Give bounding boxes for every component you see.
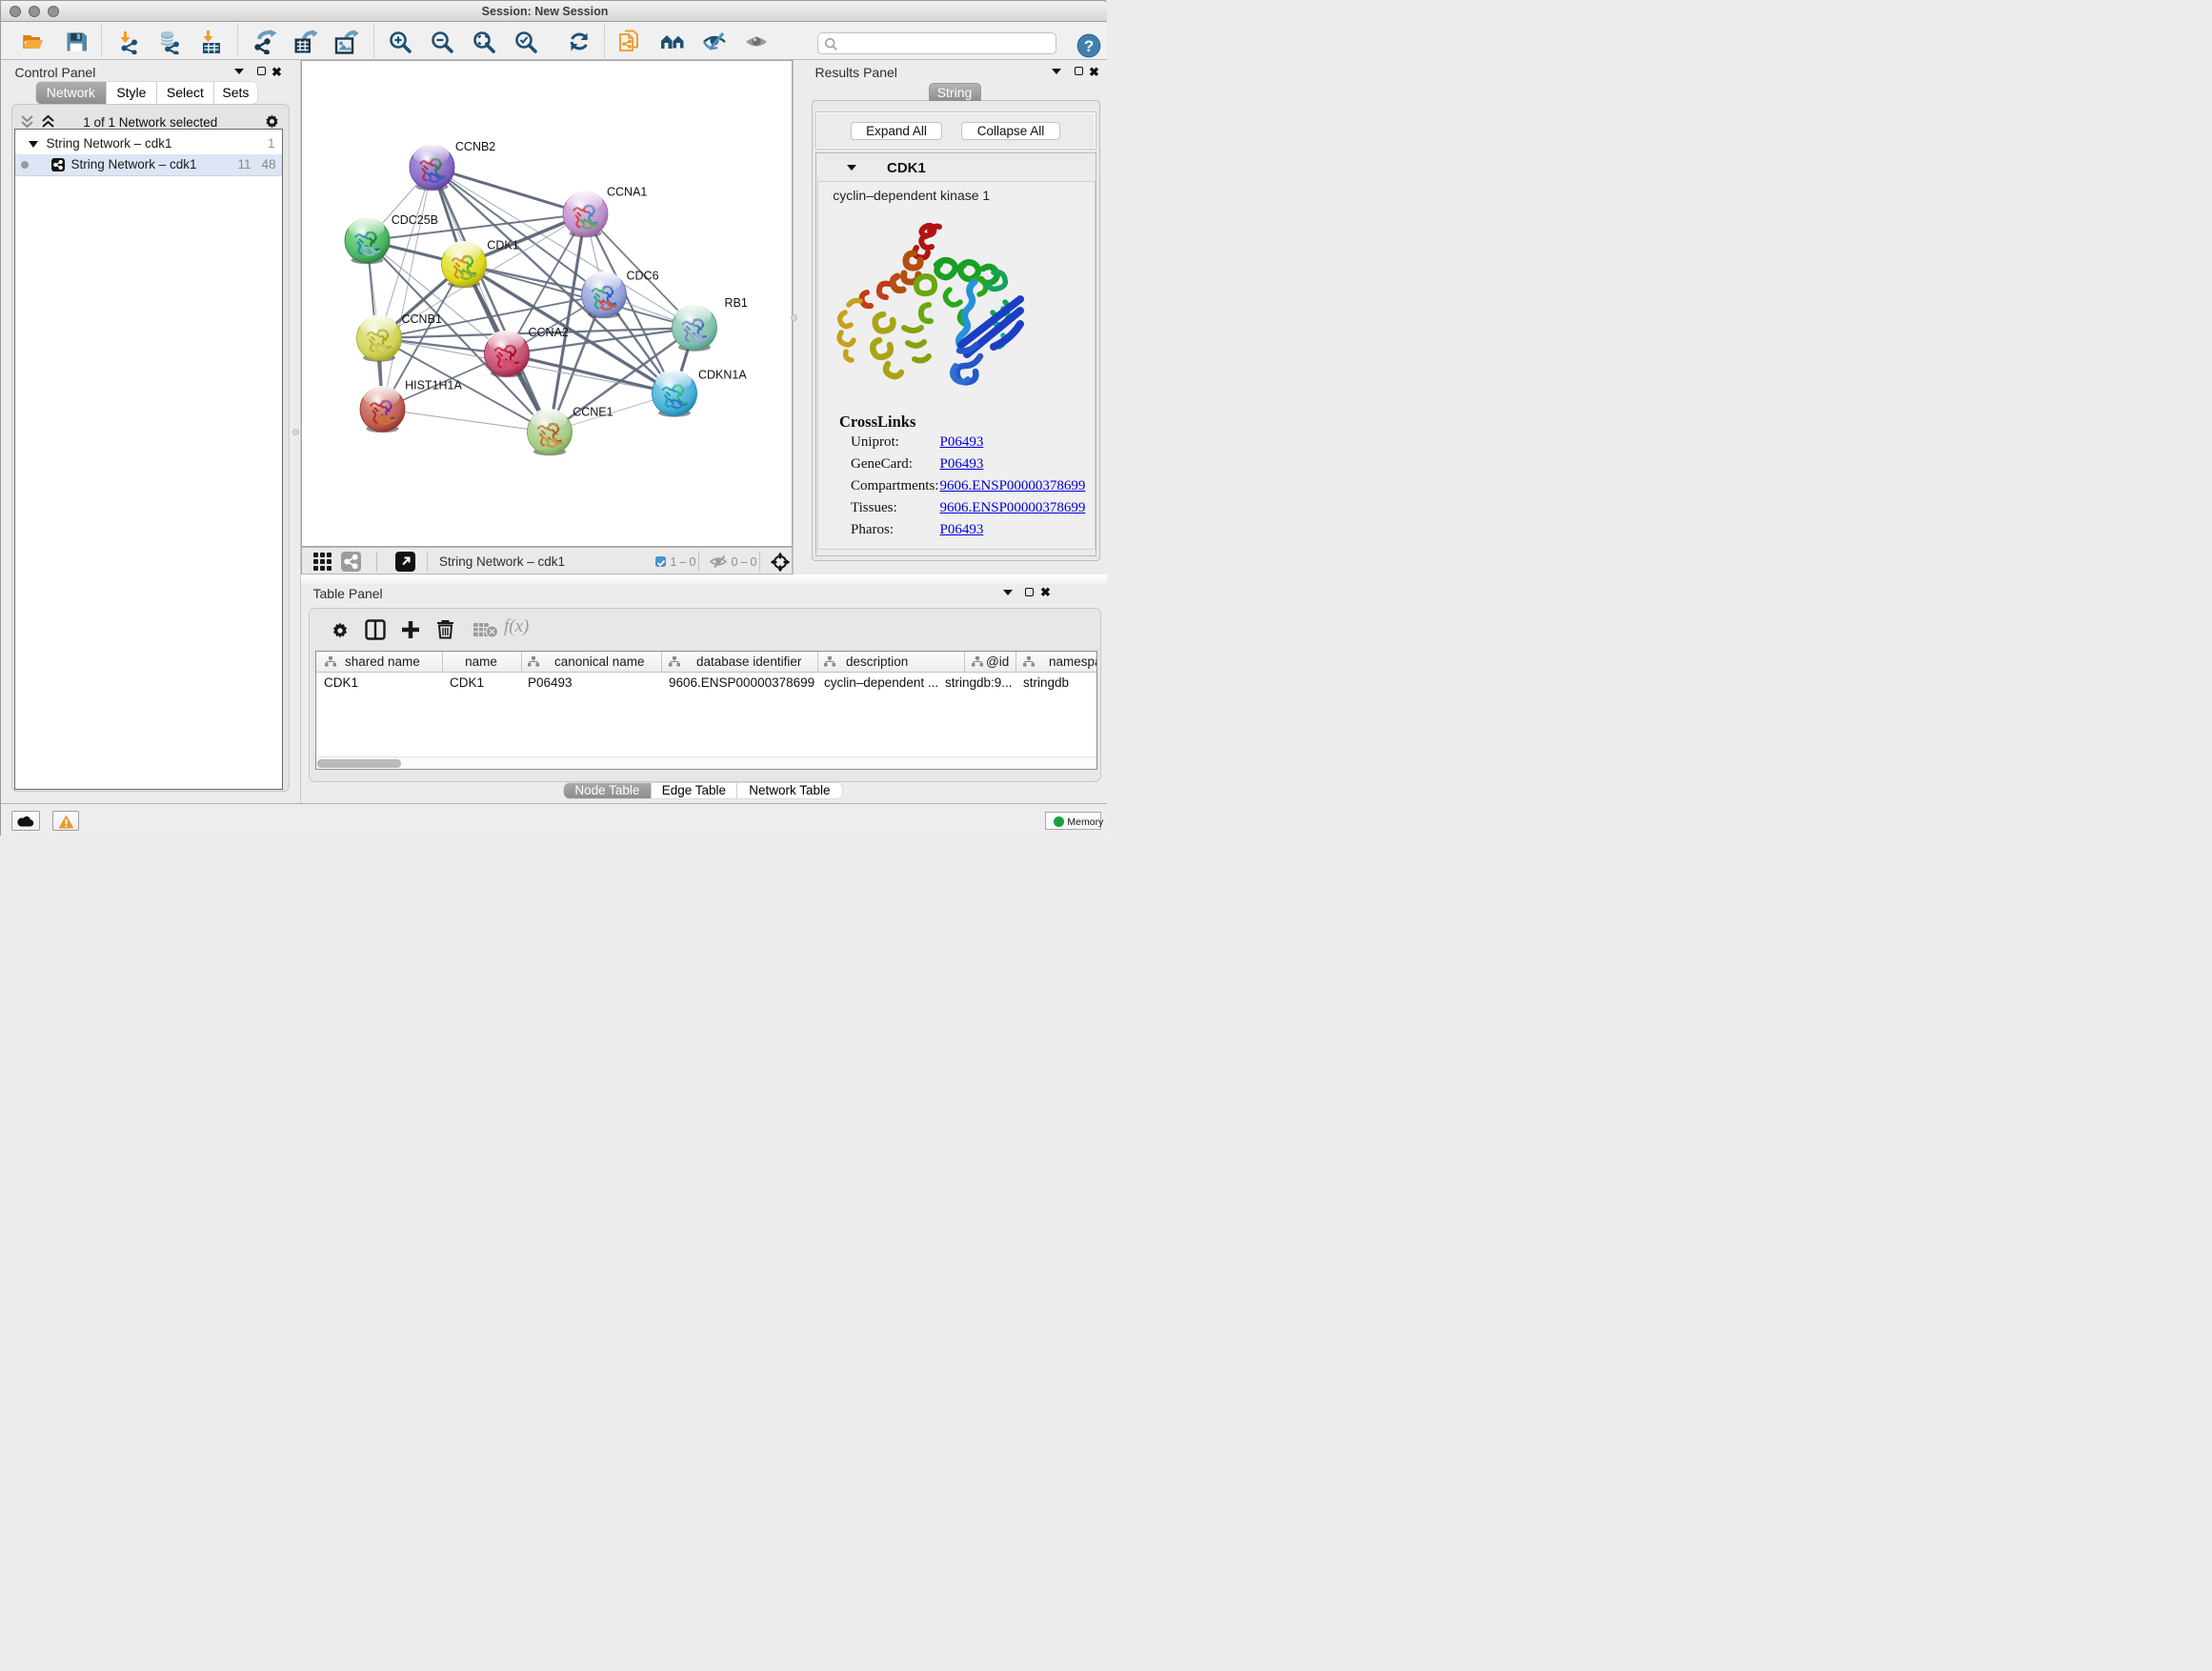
- svg-text:CCNB2: CCNB2: [454, 140, 494, 153]
- svg-text:RB1: RB1: [724, 296, 747, 310]
- svg-text:CCNE1: CCNE1: [573, 405, 613, 418]
- svg-text:CDKN1A: CDKN1A: [698, 368, 747, 381]
- svg-text:CCNA1: CCNA1: [607, 185, 647, 198]
- svg-text:?: ?: [1083, 37, 1093, 55]
- svg-text:CDK1: CDK1: [487, 238, 518, 252]
- svg-text:CCNA2: CCNA2: [528, 326, 568, 339]
- svg-text:HIST1H1A: HIST1H1A: [405, 378, 462, 392]
- svg-text:CDC6: CDC6: [626, 269, 658, 282]
- svg-text:CDC25B: CDC25B: [391, 213, 437, 227]
- svg-text:CCNB1: CCNB1: [401, 312, 441, 325]
